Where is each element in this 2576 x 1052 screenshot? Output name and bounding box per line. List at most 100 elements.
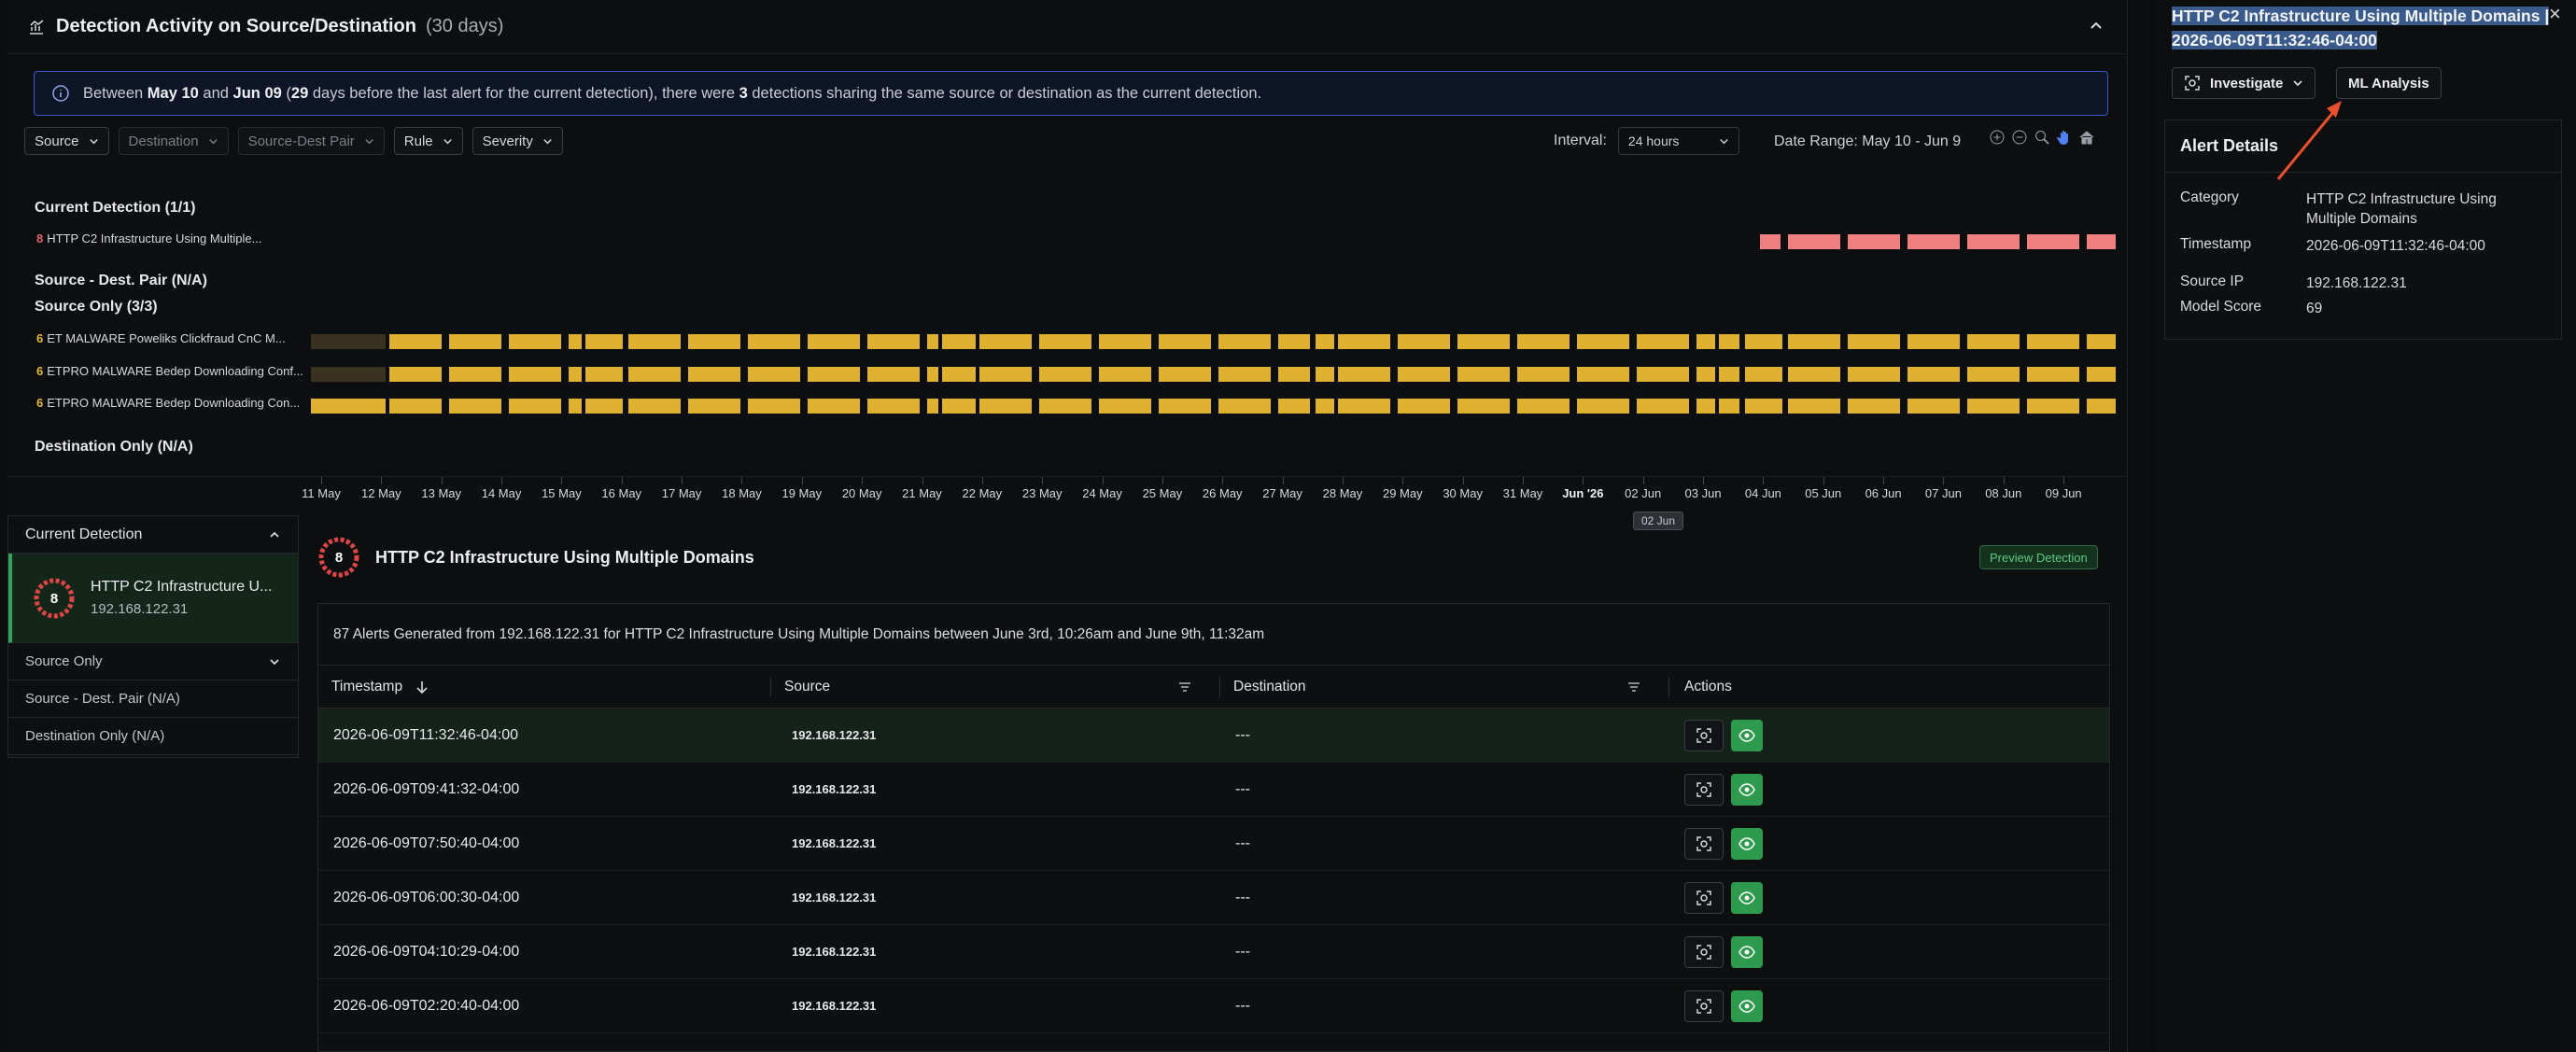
current-detection-row-label[interactable]: 8 HTTP C2 Infrastructure Using Multiple..… [36, 231, 261, 245]
detection-bar-source[interactable] [1745, 367, 1782, 382]
detection-bar-source[interactable] [1745, 399, 1782, 414]
detection-bar-source[interactable] [1278, 334, 1310, 349]
detection-bar-source[interactable] [1218, 399, 1271, 414]
nav-source-dest-pair[interactable]: Source - Dest. Pair (N/A) [8, 680, 298, 718]
detection-bar-source[interactable] [927, 334, 938, 349]
view-row-button[interactable] [1731, 989, 1763, 1022]
detection-bar-source[interactable] [942, 399, 976, 414]
detection-bar-source[interactable] [509, 399, 561, 414]
detection-bar-source[interactable] [509, 367, 561, 382]
detection-bar-source[interactable] [1278, 367, 1310, 382]
investigate-row-button[interactable] [1684, 827, 1724, 860]
detection-bar-current[interactable] [1788, 234, 1840, 249]
detection-bar-source[interactable] [688, 367, 740, 382]
detection-bar-source[interactable] [1039, 334, 1091, 349]
detection-bar-source[interactable] [311, 334, 386, 349]
detection-bar-source[interactable] [748, 399, 800, 414]
detection-bar-source[interactable] [1967, 367, 2020, 382]
detection-bar-source[interactable] [1696, 399, 1715, 414]
detection-bar-source[interactable] [1788, 367, 1840, 382]
detection-bar-source[interactable] [389, 334, 442, 349]
detection-bar-source[interactable] [748, 367, 800, 382]
detection-bar-source[interactable] [942, 367, 976, 382]
investigate-row-button[interactable] [1684, 773, 1724, 806]
detection-bar-source[interactable] [1218, 334, 1271, 349]
detection-bar-source[interactable] [311, 367, 386, 382]
view-row-button[interactable] [1731, 719, 1763, 751]
filter-rule[interactable]: Rule [393, 127, 463, 155]
detection-bar-source[interactable] [1848, 334, 1900, 349]
detection-bar-source[interactable] [628, 367, 681, 382]
home-icon[interactable] [2078, 129, 2095, 146]
detection-bar-source[interactable] [2087, 334, 2116, 349]
detection-bar-source[interactable] [688, 399, 740, 414]
detection-bar-source[interactable] [1745, 334, 1782, 349]
detection-bar-current[interactable] [1967, 234, 2020, 249]
interval-select[interactable]: 24 hours [1617, 127, 1739, 155]
detection-bar-source[interactable] [1637, 399, 1689, 414]
detection-bar-source[interactable] [1338, 334, 1390, 349]
detection-bar-source[interactable] [808, 334, 860, 349]
table-row[interactable]: 2026-06-09T09:41:32-04:00 192.168.122.31 -… [318, 763, 2109, 817]
column-source[interactable]: Source [771, 666, 1220, 708]
detection-bar-source[interactable] [1457, 367, 1510, 382]
detection-bar-source[interactable] [688, 334, 740, 349]
preview-detection-button[interactable]: Preview Detection [1979, 545, 2098, 569]
detection-bar-source[interactable] [1278, 399, 1310, 414]
detection-bar-source[interactable] [628, 399, 681, 414]
sort-arrow-down-icon[interactable] [415, 680, 429, 694]
detection-bar-source[interactable] [1577, 334, 1629, 349]
detection-bar-source[interactable] [1967, 399, 2020, 414]
investigate-row-button[interactable] [1684, 719, 1724, 751]
detection-bar-source[interactable] [628, 334, 681, 349]
detection-bar-source[interactable] [1719, 399, 1739, 414]
detection-bar-source[interactable] [2087, 399, 2116, 414]
detection-bar-source[interactable] [1039, 399, 1091, 414]
detection-bar-source[interactable] [1099, 367, 1151, 382]
detection-bar-current[interactable] [1907, 234, 1960, 249]
detection-bar-source[interactable] [1907, 334, 1960, 349]
detection-bar-source[interactable] [2087, 367, 2116, 382]
detection-bar-source[interactable] [1577, 399, 1629, 414]
detection-bar-source[interactable] [927, 367, 938, 382]
detection-bar-source[interactable] [1159, 334, 1211, 349]
chevron-up-icon[interactable] [2085, 15, 2107, 37]
detection-bar-source[interactable] [389, 399, 442, 414]
magnifier-icon[interactable] [2034, 129, 2050, 146]
detection-bar-source[interactable] [1316, 399, 1334, 414]
detection-bar-source[interactable] [1517, 367, 1570, 382]
detection-bar-source[interactable] [585, 367, 623, 382]
filter-source-dest-pair[interactable]: Source-Dest Pair [237, 127, 385, 155]
detection-bar-source[interactable] [585, 334, 623, 349]
detection-bar-source[interactable] [1517, 334, 1570, 349]
detection-bar-source[interactable] [1338, 367, 1390, 382]
filter-icon[interactable] [1626, 680, 1641, 694]
table-row[interactable]: 2026-06-09T02:20:40-04:00 192.168.122.31 -… [318, 979, 2109, 1033]
investigate-row-button[interactable] [1684, 935, 1724, 968]
detection-bar-source[interactable] [2027, 399, 2079, 414]
detection-bar-source[interactable] [1398, 334, 1450, 349]
detection-bar-source[interactable] [2027, 367, 2079, 382]
pan-hand-icon[interactable] [2056, 129, 2073, 146]
detection-bar-source[interactable] [585, 399, 623, 414]
detection-bar-source[interactable] [1719, 367, 1739, 382]
detection-bar-source[interactable] [1159, 367, 1211, 382]
detection-bar-source[interactable] [1967, 334, 2020, 349]
filter-source[interactable]: Source [24, 127, 109, 155]
detection-bar-source[interactable] [1398, 367, 1450, 382]
detection-bar-source[interactable] [1907, 367, 1960, 382]
nav-source-only[interactable]: Source Only [8, 643, 298, 680]
detection-bar-source[interactable] [979, 399, 1032, 414]
zoom-in-icon[interactable] [1989, 129, 2006, 146]
view-row-button[interactable] [1731, 773, 1763, 806]
nav-current-detection-item[interactable]: 8 HTTP C2 Infrastructure U... 192.168.12… [8, 554, 298, 643]
detection-bar-source[interactable] [1457, 334, 1510, 349]
detection-bar-source[interactable] [748, 334, 800, 349]
detection-bar-source[interactable] [942, 334, 976, 349]
detection-bar-source[interactable] [1099, 334, 1151, 349]
detection-bar-source[interactable] [927, 399, 938, 414]
detection-bar-source[interactable] [1848, 399, 1900, 414]
detection-bar-current[interactable] [2087, 234, 2116, 249]
column-timestamp[interactable]: Timestamp [318, 666, 771, 708]
investigate-row-button[interactable] [1684, 881, 1724, 914]
